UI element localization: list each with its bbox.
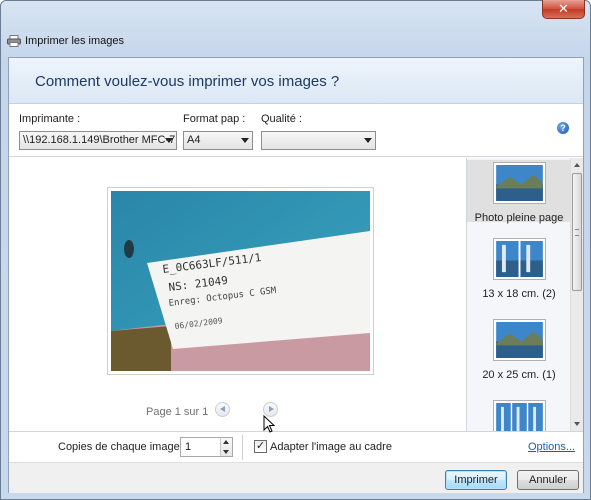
window-title: Imprimer les images: [25, 35, 125, 47]
arrow-left-icon: [220, 406, 225, 412]
layout-list-scrollbar[interactable]: [570, 158, 583, 431]
paper-size-select-value: A4: [187, 134, 201, 146]
print-options-bar: Copies de chaque image : 1 ✓ Adapter l'i…: [9, 431, 583, 461]
printer-select[interactable]: \\192.168.1.149\Brother MFC-7: [19, 131, 177, 150]
photo-preview-image: E_0C663LF/511/1 NS: 21049 Enreg: Octopus…: [111, 191, 370, 371]
chevron-down-icon: [241, 138, 249, 143]
title-bar: Imprimer les images: [7, 33, 124, 49]
settings-toolbar: Imprimante : \\192.168.1.149\Brother MFC…: [9, 105, 583, 157]
layout-thumbnail: [492, 238, 546, 280]
dialog-heading: Comment voulez-vous imprimer vos images …: [35, 73, 340, 90]
cancel-button[interactable]: Annuler: [517, 470, 579, 490]
scroll-down-icon[interactable]: [574, 422, 580, 426]
fit-to-frame-label[interactable]: Adapter l'image au cadre: [270, 441, 392, 453]
dialog-header: Comment voulez-vous imprimer vos images …: [9, 58, 583, 104]
print-dialog-window: ✕ Imprimer les images Comment voulez-vou…: [0, 0, 591, 500]
dialog-footer: Imprimer Annuler: [9, 462, 583, 493]
page-indicator: Page 1 sur 1: [146, 406, 209, 418]
mouse-cursor-icon: [263, 415, 275, 433]
paper-size-select[interactable]: A4: [183, 131, 253, 150]
previous-page-button[interactable]: [215, 402, 230, 417]
close-button[interactable]: ✕: [542, 0, 585, 19]
print-preview-area: E_0C663LF/511/1 NS: 21049 Enreg: Octopus…: [9, 158, 466, 431]
options-link[interactable]: Options...: [528, 441, 575, 453]
copies-spin-buttons[interactable]: [220, 438, 232, 456]
layout-item-13x18[interactable]: 13 x 18 cm. (2): [467, 238, 571, 303]
copies-value: 1: [185, 441, 192, 453]
print-button[interactable]: Imprimer: [445, 470, 507, 490]
options-divider: [242, 435, 243, 460]
printer-icon: [7, 35, 21, 47]
paper-size-label: Format pap :: [183, 113, 246, 125]
help-icon[interactable]: ?: [557, 122, 569, 134]
quality-select[interactable]: [261, 131, 376, 150]
layout-item-full-page[interactable]: Photo pleine page: [467, 160, 571, 224]
layout-thumbnail: [492, 162, 546, 204]
printer-select-value: \\192.168.1.149\Brother MFC-7: [23, 134, 176, 146]
chevron-down-icon: [165, 138, 173, 143]
dialog-client-area: Comment voulez-vous imprimer vos images …: [8, 57, 584, 493]
spin-up-icon[interactable]: [223, 440, 229, 444]
spin-down-icon[interactable]: [223, 450, 229, 454]
layout-item-label: 20 x 25 cm. (1): [482, 369, 556, 381]
scroll-up-icon[interactable]: [574, 163, 580, 167]
layout-list: Photo pleine page 13 x 18 cm. (2) 20 x 2…: [466, 158, 583, 431]
quality-label: Qualité :: [261, 113, 302, 125]
layout-thumbnail: [492, 319, 546, 361]
layout-item-label: Photo pleine page: [474, 212, 564, 224]
layout-item-more[interactable]: [467, 400, 571, 431]
printer-label: Imprimante :: [19, 113, 81, 125]
chevron-down-icon: [364, 138, 372, 143]
layout-thumbnail: [492, 400, 546, 431]
fit-to-frame-checkbox[interactable]: ✓: [254, 440, 267, 453]
layout-item-20x25[interactable]: 20 x 25 cm. (1): [467, 319, 571, 384]
scrollbar-thumb[interactable]: [572, 173, 582, 291]
arrow-right-icon: [269, 406, 274, 412]
layout-item-label: 13 x 18 cm. (2): [482, 288, 556, 300]
copies-stepper[interactable]: 1: [180, 437, 233, 457]
photo-preview-frame: E_0C663LF/511/1 NS: 21049 Enreg: Octopus…: [107, 187, 374, 375]
copies-label: Copies de chaque image :: [58, 441, 186, 453]
